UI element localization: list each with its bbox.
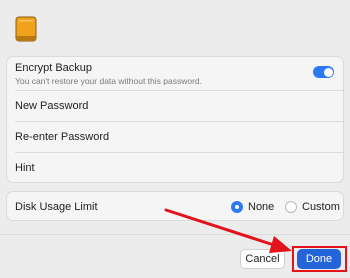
annotation-arrow-icon xyxy=(164,208,292,253)
